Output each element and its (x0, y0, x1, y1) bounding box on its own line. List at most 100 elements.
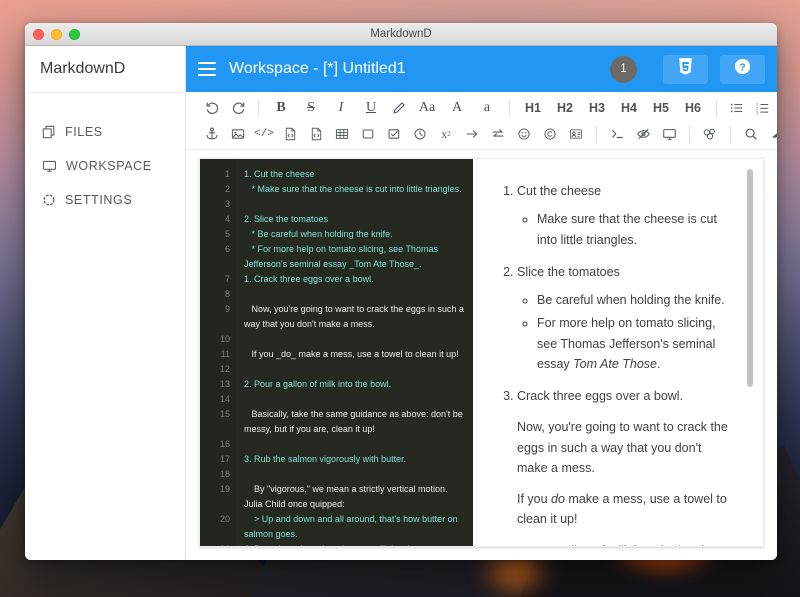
lowercase-button[interactable]: a (475, 97, 499, 119)
heading-5-button[interactable]: H5 (648, 97, 674, 119)
settings-icon (42, 193, 56, 207)
list-item: Make sure that the cheese is cut into li… (537, 209, 733, 250)
superscript-icon[interactable]: x2 (436, 123, 456, 145)
toolbar-row-1: B S I U Aa A a H1 H2 H3 H4 H5 H6 1 2 3 (186, 95, 777, 121)
line-number: 9 (224, 304, 230, 314)
eraser-icon[interactable] (767, 123, 777, 145)
preview-sublist: Make sure that the cheese is cut into li… (517, 209, 733, 250)
copyright-icon[interactable] (540, 123, 560, 145)
toolbar-divider (730, 125, 731, 143)
terminal-icon[interactable] (607, 123, 627, 145)
toolbar-divider (596, 125, 597, 143)
preview-scrollbar-thumb[interactable] (747, 169, 753, 387)
sidebar-item-label-files: FILES (65, 125, 103, 139)
sidebar-item-settings[interactable]: SETTINGS (25, 183, 185, 217)
markdown-preview: Cut the cheese Make sure that the cheese… (473, 159, 763, 546)
html5-icon (678, 58, 693, 80)
line-number: 1 (224, 169, 230, 179)
sidebar-item-workspace[interactable]: WORKSPACE (25, 149, 185, 183)
editor-line: 1. Crack three eggs over a bowl. (244, 274, 374, 284)
image-icon[interactable] (228, 123, 248, 145)
html5-button[interactable] (663, 54, 708, 84)
highlight-pen-icon[interactable] (389, 97, 409, 119)
editor-line: Basically, take the same guidance as abo… (244, 409, 466, 434)
heading-4-button[interactable]: H4 (616, 97, 642, 119)
editor-line: 2. Slice the tomatoes (244, 214, 329, 224)
status-badge: 1 (610, 55, 637, 83)
editor-line: * For more help on tomato slicing, see T… (244, 244, 441, 269)
swap-arrows-icon[interactable] (488, 123, 508, 145)
line-number: 16 (219, 439, 230, 449)
emphasis-text: Tom Ate Those (573, 356, 657, 371)
sidebar: MarkdownD FILES WORKSPACE SETTINGS (25, 46, 186, 560)
code-block-file-icon[interactable] (306, 123, 326, 145)
editor-line: If you _do_ make a mess, use a towel to … (244, 349, 459, 359)
strikethrough-button[interactable]: S (299, 97, 323, 119)
sidebar-brand: MarkdownD (25, 46, 185, 93)
eye-slash-icon[interactable] (633, 123, 653, 145)
emoji-icon[interactable] (514, 123, 534, 145)
monitor-preview-icon[interactable] (659, 123, 679, 145)
ordered-list-icon[interactable]: 1 2 3 (753, 97, 773, 119)
editor-code-area[interactable]: 1. Cut the cheese * Make sure that the c… (236, 159, 473, 546)
line-number: 21 (200, 542, 230, 546)
code-file-icon[interactable] (280, 123, 300, 145)
hamburger-icon[interactable] (198, 62, 216, 76)
palette-icon[interactable] (700, 123, 720, 145)
preview-paragraph: Now, you're going to want to crack the e… (517, 420, 728, 475)
line-number: 10 (219, 334, 230, 344)
preview-list: Cut the cheese Make sure that the cheese… (495, 181, 733, 546)
redo-icon[interactable] (228, 97, 248, 119)
markdown-editor[interactable]: 1234567891011121314151617181920212223242… (200, 159, 473, 546)
heading-2-button[interactable]: H2 (552, 97, 578, 119)
search-icon[interactable] (741, 123, 761, 145)
line-number: 7 (224, 274, 230, 284)
toolbar-divider (258, 99, 259, 117)
line-number: 11 (220, 349, 230, 359)
list-item: Cut the cheese Make sure that the cheese… (517, 181, 733, 250)
svg-text:3: 3 (756, 109, 759, 114)
help-button[interactable]: ? (720, 54, 765, 84)
editor-line: 4. Drop the salmon into the egg-milk bow… (244, 542, 467, 546)
toolbar-divider (716, 99, 717, 117)
page-title: Workspace - [*] Untitled1 (229, 60, 406, 77)
anchor-icon[interactable] (202, 123, 222, 145)
line-number: 8 (224, 289, 230, 299)
arrow-right-icon[interactable] (462, 123, 482, 145)
question-circle-icon: ? (734, 58, 751, 80)
list-item: For more help on tomato slicing, see Tho… (537, 313, 733, 374)
box-icon[interactable] (358, 123, 378, 145)
sidebar-item-label-workspace: WORKSPACE (66, 159, 152, 173)
id-card-icon[interactable] (566, 123, 586, 145)
bold-button[interactable]: B (269, 97, 293, 119)
line-number: 14 (219, 394, 230, 404)
editor-line: 3. Rub the salmon vigorously with butter… (244, 454, 407, 464)
heading-3-button[interactable]: H3 (584, 97, 610, 119)
heading-6-button[interactable]: H6 (680, 97, 706, 119)
clock-icon[interactable] (410, 123, 430, 145)
sidebar-item-files[interactable]: FILES (25, 115, 185, 149)
preview-scrollbar-track[interactable] (747, 163, 758, 542)
heading-1-button[interactable]: H1 (520, 97, 546, 119)
editor-toolbars: B S I U Aa A a H1 H2 H3 H4 H5 H6 1 2 3 <… (186, 92, 777, 150)
preview-item-heading-2: Slice the tomatoes (517, 264, 620, 279)
line-number: 3 (224, 199, 230, 209)
line-number: 15 (219, 409, 230, 419)
toolbar-row-2: </> x 2 (186, 121, 777, 147)
line-number: 17 (219, 454, 230, 464)
undo-icon[interactable] (202, 97, 222, 119)
sidebar-item-label-settings: SETTINGS (65, 193, 133, 207)
checkbox-icon[interactable] (384, 123, 404, 145)
editor-line: By "vigorous," we mean a strictly vertic… (244, 484, 450, 509)
font-size-button[interactable]: Aa (415, 97, 439, 119)
italic-button[interactable]: I (329, 97, 353, 119)
bullet-list-icon[interactable] (727, 97, 747, 119)
underline-button[interactable]: U (359, 97, 383, 119)
uppercase-button[interactable]: A (445, 97, 469, 119)
inline-code-icon[interactable]: </> (254, 123, 274, 145)
svg-text:?: ? (739, 62, 745, 73)
table-icon[interactable] (332, 123, 352, 145)
toolbar-divider (689, 125, 690, 143)
